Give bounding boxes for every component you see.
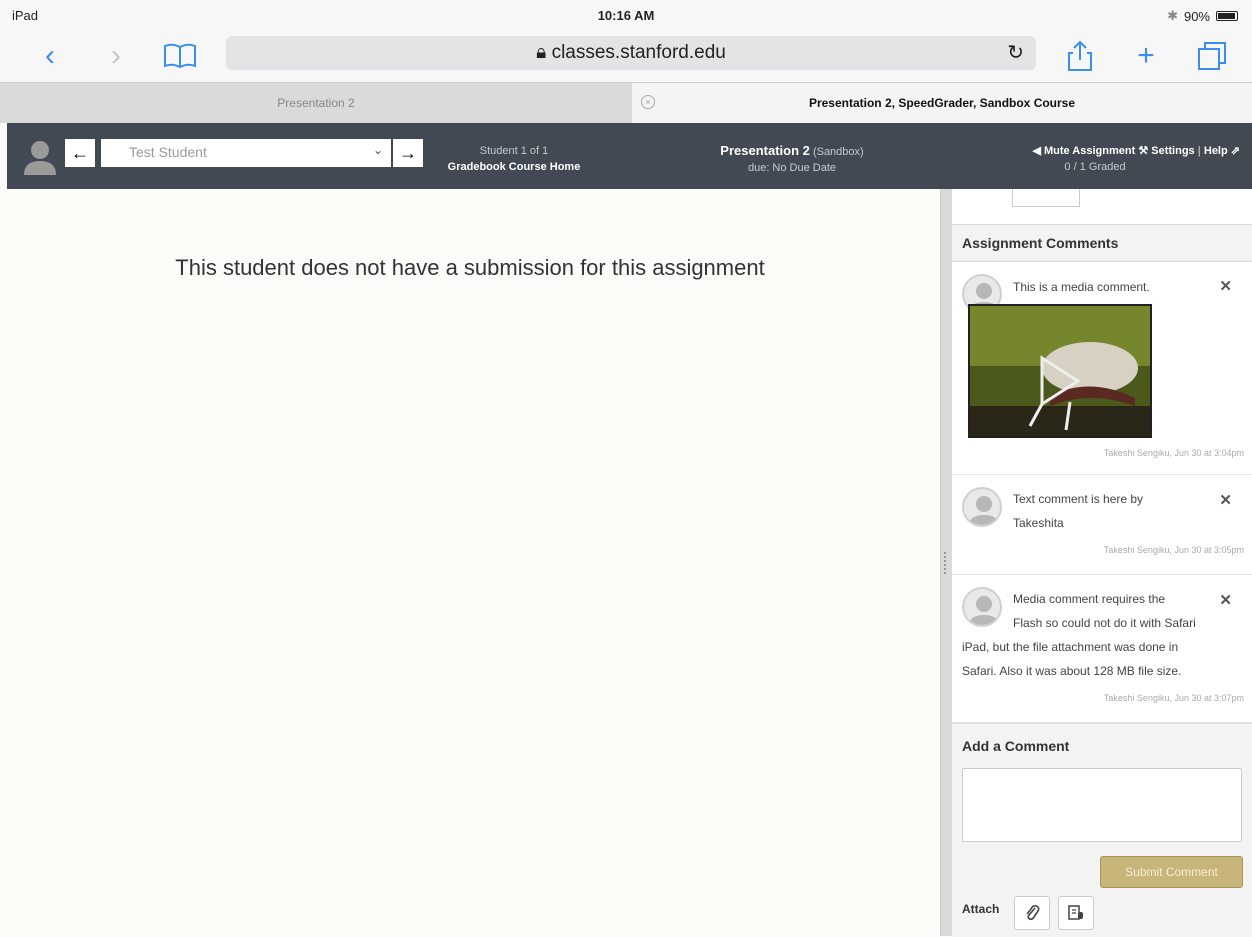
media-comment-icon[interactable]: [1058, 896, 1094, 930]
bookmarks-icon[interactable]: [160, 36, 200, 76]
comment-text-line: Media comment requires the: [1013, 592, 1166, 606]
back-icon[interactable]: ‹: [30, 36, 70, 76]
wrench-icon: ⚒︎: [1138, 145, 1149, 157]
attach-file-icon[interactable]: [1014, 896, 1050, 930]
speedgrader-header: ← Test Student ⌄ → Student 1 of 1 Gradeb…: [7, 123, 1252, 189]
comment-item: Text comment is here by Takeshita ✕ Take…: [952, 475, 1252, 575]
browser-toolbar: ‹ › 🔒︎ classes.stanford.edu ↻ +: [0, 30, 1252, 82]
media-comment-thumbnail[interactable]: [968, 304, 1152, 438]
previous-student-button[interactable]: ←: [65, 139, 95, 167]
tab-bar: Presentation 2 Presentation 2, SpeedGrad…: [0, 82, 1252, 123]
add-comment-title: Add a Comment: [962, 738, 1070, 754]
comment-textarea[interactable]: [962, 768, 1242, 842]
delete-comment-icon[interactable]: ✕: [1219, 277, 1232, 295]
separator: |: [1197, 145, 1201, 157]
panel-resize-handle[interactable]: [940, 189, 952, 936]
delete-comment-icon[interactable]: ✕: [1219, 491, 1232, 509]
graded-count: 0 / 1 Graded: [1064, 161, 1126, 173]
url-text: 🔒︎ classes.stanford.edu: [536, 42, 726, 63]
tab-presentation-2[interactable]: Presentation 2: [0, 83, 632, 123]
chevron-down-icon: ⌄: [372, 143, 383, 157]
external-link-icon: ⇗: [1230, 145, 1240, 157]
battery-icon: [1216, 11, 1238, 21]
comment-text: Text comment is here by Takeshita: [1013, 492, 1144, 530]
no-submission-message: This student does not have a submission …: [175, 255, 765, 280]
comment-meta: Takeshi Sengiku, Jun 30 at 3:04pm: [1103, 448, 1244, 458]
commenter-avatar: [962, 587, 1002, 627]
reload-icon[interactable]: ↻: [1007, 40, 1024, 65]
share-icon[interactable]: [1060, 36, 1100, 76]
add-comment-section: Add a Comment Submit Comment Attach: [952, 723, 1252, 937]
status-bar: iPad 10:16 AM ✱ 90%: [0, 0, 1252, 30]
address-bar[interactable]: 🔒︎ classes.stanford.edu ↻: [226, 36, 1036, 70]
assignment-title[interactable]: Presentation 2: [720, 143, 810, 158]
commenter-avatar: [962, 487, 1002, 527]
tabs-overview-icon[interactable]: [1192, 36, 1232, 76]
settings-link[interactable]: Settings: [1151, 145, 1194, 157]
course-tag: (Sandbox): [812, 146, 864, 158]
assignment-info: Presentation 2 (Sandbox) due: No Due Dat…: [697, 143, 887, 176]
clock: 10:16 AM: [597, 8, 655, 23]
comment-text-line: Safari. Also it was about 128 MB file si…: [962, 664, 1182, 678]
submit-comment-button[interactable]: Submit Comment: [1100, 856, 1243, 888]
new-tab-icon[interactable]: +: [1126, 36, 1166, 76]
comment-meta: Takeshi Sengiku, Jun 30 at 3:07pm: [1103, 693, 1244, 703]
assignment-comments-title: Assignment Comments: [952, 224, 1252, 262]
tab-speedgrader[interactable]: Presentation 2, SpeedGrader, Sandbox Cou…: [632, 83, 1252, 123]
mute-icon: ◀︎: [1032, 145, 1041, 157]
comment-text: This is a media comment.: [1013, 280, 1150, 294]
lock-icon: 🔒︎: [536, 42, 552, 63]
comment-text-line: Flash so could not do it with Safari: [1013, 616, 1196, 630]
grip-icon: [944, 552, 948, 574]
battery-status: ✱ 90%: [1167, 8, 1238, 24]
bluetooth-icon: ✱: [1167, 8, 1178, 23]
comment-item: Media comment requires the Flash so coul…: [952, 575, 1252, 723]
attach-label: Attach: [962, 902, 1000, 916]
comment-meta: Takeshi Sengiku, Jun 30 at 3:05pm: [1103, 545, 1244, 555]
due-date: due: No Due Date: [747, 162, 837, 174]
gradebook-link[interactable]: Gradebook Course Home: [429, 159, 599, 175]
close-tab-icon[interactable]: ×: [641, 95, 655, 109]
student-count: Student 1 of 1: [479, 145, 549, 157]
right-panel: Assignment Comments This is a media comm…: [952, 189, 1252, 937]
student-select[interactable]: Test Student ⌄: [101, 139, 391, 167]
header-links: ◀︎ Mute Assignment ⚒︎ Settings | Help ⇗ …: [960, 143, 1240, 175]
student-info: Student 1 of 1 Gradebook Course Home: [429, 143, 599, 175]
delete-comment-icon[interactable]: ✕: [1219, 591, 1232, 609]
submission-area: This student does not have a submission …: [0, 189, 940, 936]
comment-text-line: iPad, but the file attachment was done i…: [962, 640, 1179, 654]
grade-box: [1012, 189, 1080, 207]
forward-icon[interactable]: ›: [96, 36, 136, 76]
student-select-value: Test Student: [129, 144, 207, 160]
battery-percent: 90%: [1183, 8, 1210, 24]
comment-item: This is a media comment. ✕ Takeshi Sengi…: [952, 262, 1252, 475]
help-link[interactable]: Help: [1204, 145, 1228, 157]
mute-assignment-link[interactable]: Mute Assignment: [1044, 145, 1135, 157]
student-avatar: [21, 137, 59, 175]
next-student-button[interactable]: →: [393, 139, 423, 167]
